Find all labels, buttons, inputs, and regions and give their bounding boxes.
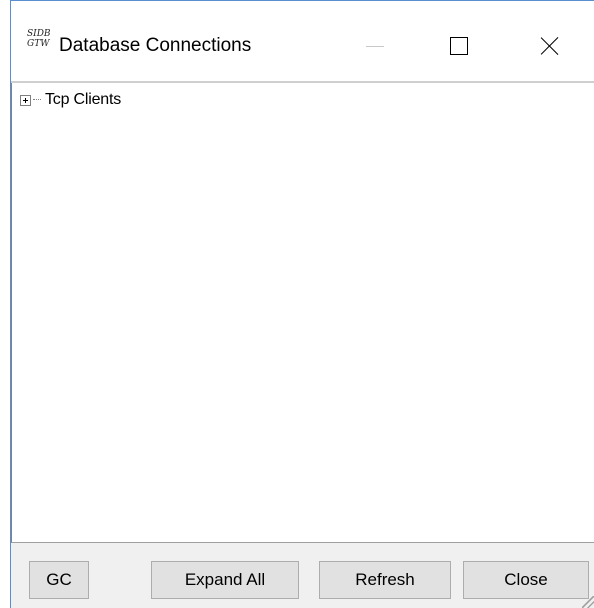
close-window-button[interactable] <box>522 23 578 69</box>
gc-button[interactable]: GC <box>29 561 89 599</box>
tree-connector <box>33 99 41 101</box>
app-icon-line-2: GTW <box>27 39 50 49</box>
database-connections-window: SIDB GTW Database Connections Tcp Client… <box>10 0 594 608</box>
refresh-button[interactable]: Refresh <box>319 561 451 599</box>
plus-box-icon[interactable] <box>20 94 31 106</box>
expand-all-button[interactable]: Expand All <box>151 561 299 599</box>
minimize-icon <box>366 45 384 47</box>
close-button[interactable]: Close <box>463 561 589 599</box>
minimize-button[interactable] <box>347 23 403 69</box>
close-icon <box>541 37 559 55</box>
tree-node-tcp-clients[interactable]: Tcp Clients <box>20 89 121 111</box>
tree-node-label: Tcp Clients <box>45 91 122 108</box>
window-title: Database Connections <box>59 35 252 56</box>
title-bar[interactable]: SIDB GTW Database Connections <box>11 1 594 81</box>
app-icon-line-1: SIDB <box>27 29 51 39</box>
maximize-button[interactable] <box>431 23 487 69</box>
resize-grip[interactable] <box>582 596 594 608</box>
maximize-icon <box>450 37 468 55</box>
connections-tree[interactable]: Tcp Clients <box>11 83 594 543</box>
app-icon: SIDB GTW <box>27 29 51 55</box>
